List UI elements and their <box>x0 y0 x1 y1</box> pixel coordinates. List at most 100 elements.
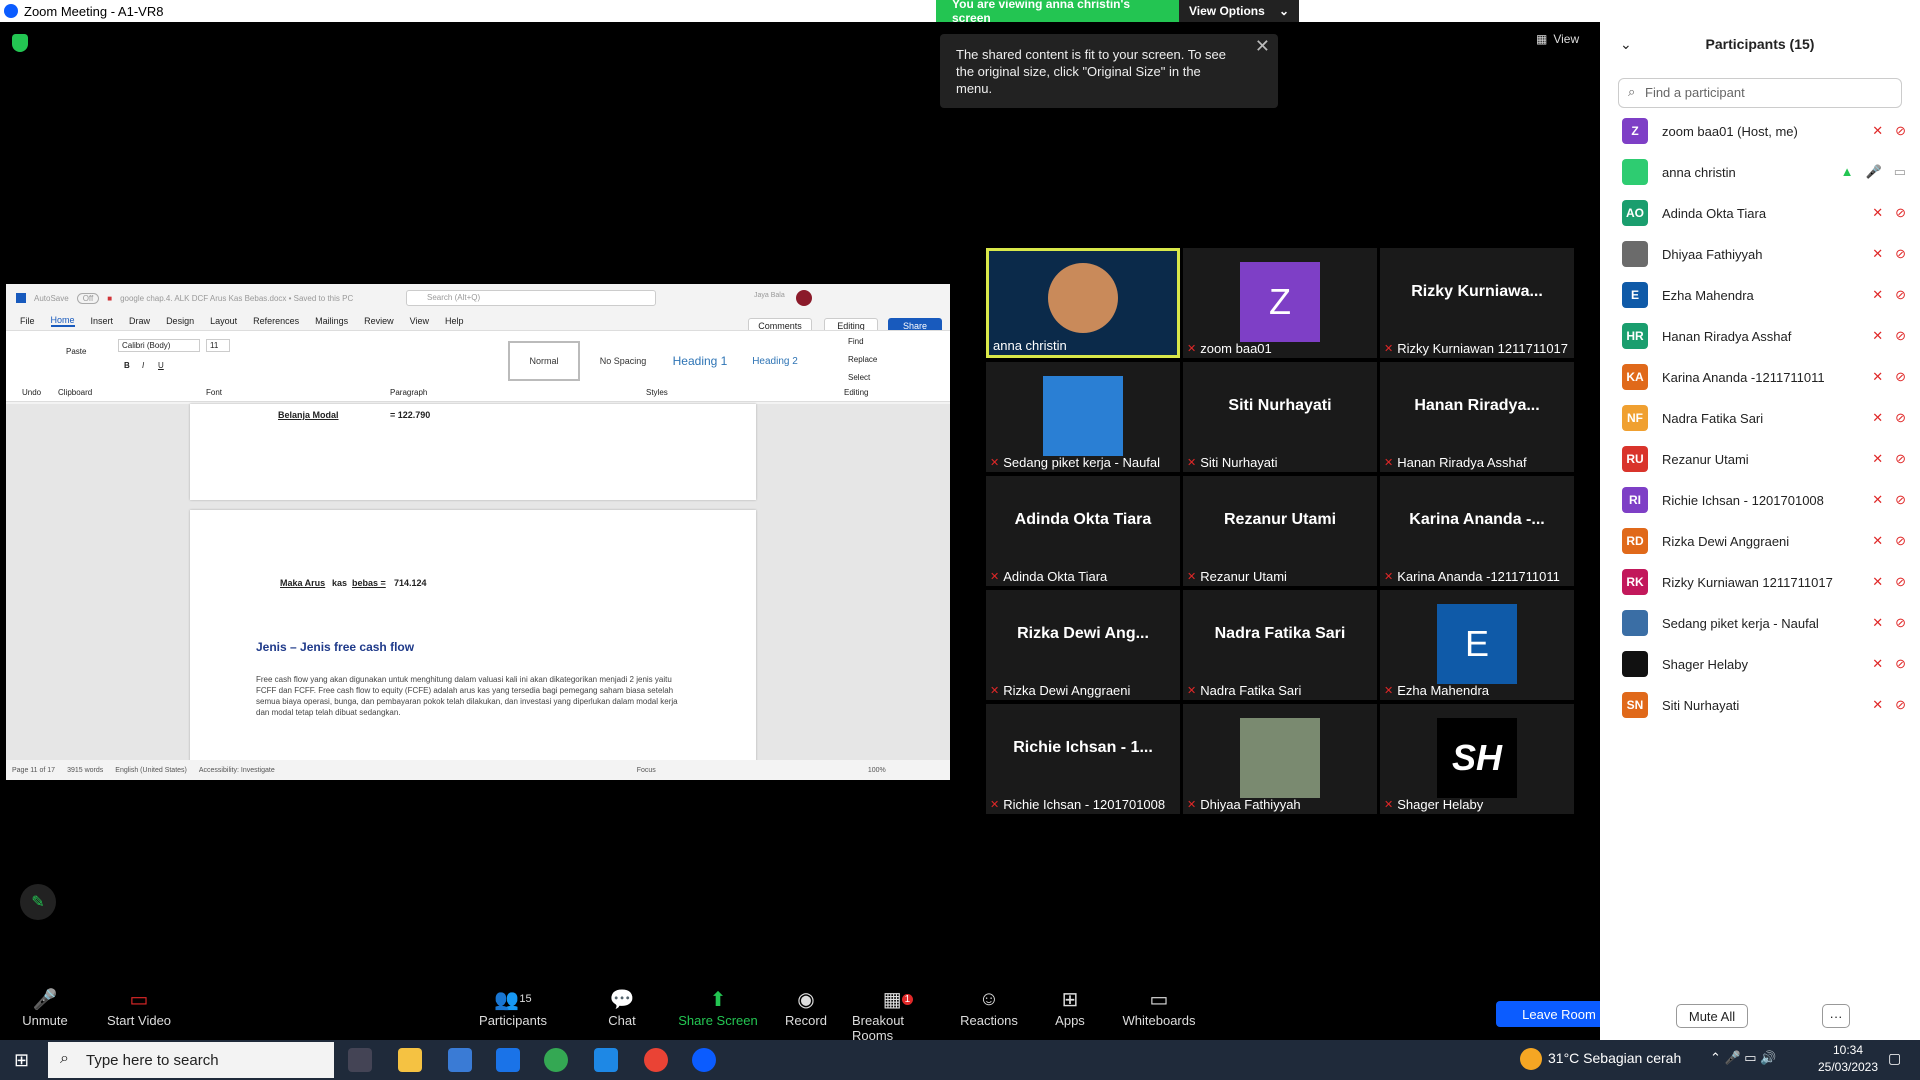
file-explorer-icon[interactable] <box>398 1048 422 1072</box>
weather-icon[interactable] <box>1520 1048 1542 1070</box>
mute-all-button[interactable]: Mute All <box>1676 1004 1748 1028</box>
view-button[interactable]: ▦ View <box>1536 32 1579 46</box>
word-user: Jaya Bala <box>754 292 785 299</box>
video-tile[interactable]: Siti Nurhayati ✕ Siti Nurhayati <box>1183 362 1377 472</box>
participant-row[interactable]: NF Nadra Fatika Sari ✕ ⊘ <box>1622 398 1912 438</box>
weather-text[interactable]: 31°C Sebagian cerah <box>1548 1050 1681 1066</box>
close-icon[interactable]: ✕ <box>1255 37 1270 55</box>
autosave-toggle[interactable]: Off <box>76 292 100 304</box>
participant-row[interactable]: RI Richie Ichsan - 1201701008 ✕ ⊘ <box>1622 480 1912 520</box>
participant-row[interactable]: RU Rezanur Utami ✕ ⊘ <box>1622 439 1912 479</box>
mail-icon[interactable] <box>496 1048 520 1072</box>
start-video-button[interactable]: ▭ Start Video <box>104 985 174 1045</box>
menu-help[interactable]: Help <box>445 316 464 326</box>
word-search-input[interactable]: Search (Alt+Q) <box>406 290 656 306</box>
participant-row[interactable]: HR Hanan Riradya Asshaf ✕ ⊘ <box>1622 316 1912 356</box>
video-tile[interactable]: ✕ Dhiyaa Fathiyyah <box>1183 704 1377 814</box>
video-tile[interactable]: Adinda Okta Tiara ✕ Adinda Okta Tiara <box>986 476 1180 586</box>
participant-row[interactable]: RD Rizka Dewi Anggraeni ✕ ⊘ <box>1622 521 1912 561</box>
menu-view[interactable]: View <box>410 316 429 326</box>
store-icon[interactable] <box>448 1048 472 1072</box>
more-options-button[interactable]: ··· <box>1822 1004 1850 1028</box>
breakout-rooms-button[interactable]: ▦ 1 Breakout Rooms <box>852 985 944 1045</box>
participant-row[interactable]: E Ezha Mahendra ✕ ⊘ <box>1622 275 1912 315</box>
video-tile[interactable]: Hanan Riradya... ✕ Hanan Riradya Asshaf <box>1380 362 1574 472</box>
participant-row[interactable]: Dhiyaa Fathiyyah ✕ ⊘ <box>1622 234 1912 274</box>
participant-row[interactable]: SN Siti Nurhayati ✕ ⊘ <box>1622 685 1912 725</box>
video-tile[interactable]: Z ✕ zoom baa01 <box>1183 248 1377 358</box>
menu-references[interactable]: References <box>253 316 299 326</box>
underline-button[interactable]: U <box>158 361 164 370</box>
video-tile[interactable]: Rizky Kurniawa... ✕ Rizky Kurniawan 121171… <box>1380 248 1574 358</box>
share-screen-button[interactable]: ⬆ Share Screen <box>678 985 758 1045</box>
user-avatar[interactable] <box>796 290 812 306</box>
encryption-shield-icon[interactable] <box>12 34 28 52</box>
video-tile[interactable]: E ✕ Ezha Mahendra <box>1380 590 1574 700</box>
font-size-select[interactable]: 11 <box>206 339 230 352</box>
chat-button[interactable]: 💬 Chat <box>602 985 642 1045</box>
style-normal[interactable]: Normal <box>508 341 580 381</box>
windows-start-icon[interactable]: ⊞ <box>14 1050 29 1071</box>
taskbar-search-input[interactable]: Type here to search <box>48 1042 334 1078</box>
participants-button[interactable]: 👥 15 Participants <box>478 985 548 1045</box>
taskbar-date[interactable]: 25/03/2023 <box>1814 1060 1882 1074</box>
save-icon[interactable]: ■ <box>107 294 112 303</box>
menu-review[interactable]: Review <box>364 316 394 326</box>
video-tile[interactable]: Karina Ananda -... ✕ Karina Ananda -121171… <box>1380 476 1574 586</box>
menu-home[interactable]: Home <box>50 315 75 327</box>
whiteboards-button[interactable]: ▭ Whiteboards <box>1123 985 1196 1045</box>
font-name-select[interactable]: Calibri (Body) <box>118 339 200 352</box>
status-accessibility[interactable]: Accessibility: Investigate <box>199 767 275 774</box>
bold-button[interactable]: B <box>124 361 130 370</box>
participant-avatar: AO <box>1622 200 1648 226</box>
video-tile[interactable]: Richie Ichsan - 1... ✕ Richie Ichsan - 120… <box>986 704 1180 814</box>
annotate-pen-icon[interactable]: ✎ <box>20 884 56 920</box>
notification-icon[interactable]: ▢ <box>1888 1050 1901 1067</box>
video-tile[interactable]: Nadra Fatika Sari ✕ Nadra Fatika Sari <box>1183 590 1377 700</box>
menu-insert[interactable]: Insert <box>91 316 114 326</box>
video-tile[interactable]: SH ✕ Shager Helaby <box>1380 704 1574 814</box>
menu-layout[interactable]: Layout <box>210 316 237 326</box>
unmute-button[interactable]: 🎤 Unmute <box>20 985 70 1045</box>
video-tile[interactable]: Rezanur Utami ✕ Rezanur Utami <box>1183 476 1377 586</box>
menu-mailings[interactable]: Mailings <box>315 316 348 326</box>
tile-label: ✕ zoom baa01 <box>1187 341 1272 356</box>
menu-draw[interactable]: Draw <box>129 316 150 326</box>
task-view-icon[interactable] <box>348 1048 372 1072</box>
participant-row[interactable]: KA Karina Ananda -1211711011 ✕ ⊘ <box>1622 357 1912 397</box>
find-button[interactable]: Find <box>848 337 864 346</box>
participant-row[interactable]: anna christin ▲ 🎤 ▭ <box>1622 152 1912 192</box>
document-area[interactable]: Belanja Modal = 122.790 Maka Arus kas be… <box>6 404 950 770</box>
teamviewer-icon[interactable] <box>594 1048 618 1072</box>
video-tile[interactable]: ✕ Sedang piket kerja - Naufal <box>986 362 1180 472</box>
record-button[interactable]: ◉ Record <box>784 985 828 1045</box>
video-tile[interactable]: anna christin <box>986 248 1180 358</box>
participant-row[interactable]: Sedang piket kerja - Naufal ✕ ⊘ <box>1622 603 1912 643</box>
taskbar-time[interactable]: 10:34 <box>1814 1043 1882 1057</box>
zoom-taskbar-icon[interactable] <box>692 1048 716 1072</box>
video-tile[interactable]: Rizka Dewi Ang... ✕ Rizka Dewi Anggraeni <box>986 590 1180 700</box>
chrome-profile-icon[interactable] <box>644 1048 668 1072</box>
focus-button[interactable]: Focus <box>637 767 656 774</box>
participant-row[interactable]: Zzoom baa01 (Host, me) ✕ ⊘ <box>1622 111 1912 151</box>
select-button[interactable]: Select <box>848 373 870 382</box>
participant-row[interactable]: RK Rizky Kurniawan 1211711017 ✕ ⊘ <box>1622 562 1912 602</box>
menu-design[interactable]: Design <box>166 316 194 326</box>
reactions-button[interactable]: ☺ Reactions <box>960 985 1018 1045</box>
paste-button[interactable]: Paste <box>66 347 86 356</box>
apps-button[interactable]: ⊞ Apps <box>1054 985 1086 1045</box>
replace-button[interactable]: Replace <box>848 355 877 364</box>
style-no-spacing[interactable]: No Spacing <box>586 341 660 381</box>
participant-row[interactable]: AO Adinda Okta Tiara ✕ ⊘ <box>1622 193 1912 233</box>
tile-label: ✕ Ezha Mahendra <box>1384 683 1489 698</box>
find-participant-input[interactable]: Find a participant <box>1618 78 1902 108</box>
view-options-button[interactable]: View Options ⌄ <box>1179 0 1299 22</box>
style-heading-2[interactable]: Heading 2 <box>740 341 810 381</box>
participant-status-icons: ✕ ⊘ <box>1872 410 1906 426</box>
participant-row[interactable]: Shager Helaby ✕ ⊘ <box>1622 644 1912 684</box>
tray-icons[interactable]: ⌃ 🎤 ▭ 🔊 <box>1710 1050 1776 1066</box>
italic-button[interactable]: I <box>142 361 144 370</box>
chrome-icon[interactable] <box>544 1048 568 1072</box>
menu-file[interactable]: File <box>20 316 35 326</box>
style-heading-1[interactable]: Heading 1 <box>662 341 738 381</box>
